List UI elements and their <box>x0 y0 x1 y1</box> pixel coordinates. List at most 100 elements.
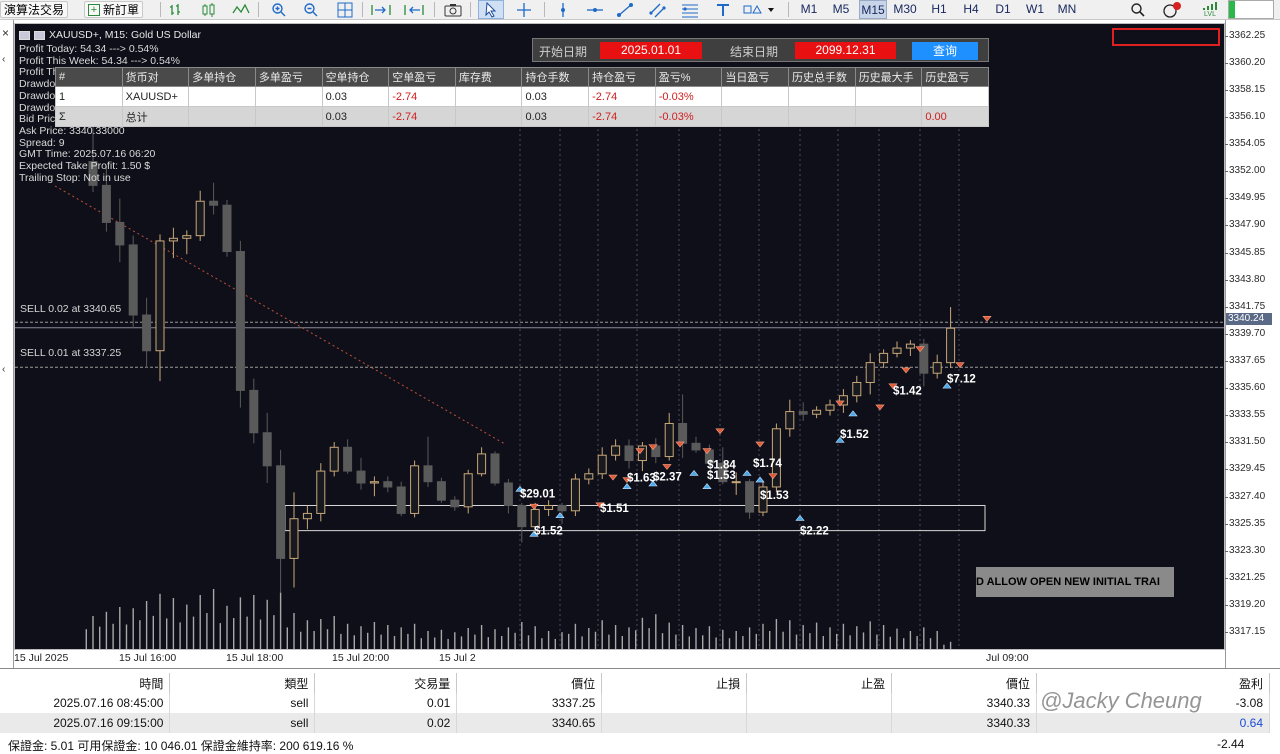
timeframe-m30-button[interactable]: M30 <box>891 0 919 19</box>
trendline-icon[interactable] <box>614 0 636 19</box>
vertical-line-icon[interactable] <box>552 0 574 19</box>
terminal-header-cell[interactable]: 止盈 <box>746 673 893 693</box>
price-tick-label: 3317.15 <box>1224 626 1266 638</box>
candle-body <box>544 504 554 510</box>
signal-level-icon: LVL <box>1198 0 1222 19</box>
end-date-field[interactable]: 2099.12.31 <box>795 42 896 59</box>
toolbar-separator <box>258 2 259 17</box>
candle-body <box>182 235 192 239</box>
timeframe-m15-button[interactable]: M15 <box>859 0 887 19</box>
zoom-in-icon[interactable] <box>268 0 290 19</box>
timeframe-mn-button[interactable]: MN <box>1053 0 1081 19</box>
stats-cell: XAUUSD+ <box>121 86 190 107</box>
price-tick-label: 3323.30 <box>1224 544 1266 556</box>
order-row[interactable]: 2025.07.16 09:15:00 sell 0.02 3340.65 3340.3… <box>0 713 1270 733</box>
stats-cell: 0.00 <box>921 106 989 127</box>
query-button[interactable]: 查询 <box>912 42 978 60</box>
candle-body <box>946 327 956 364</box>
candle-body <box>812 409 822 415</box>
collapse-arrow-icon[interactable]: ‹ <box>2 364 5 375</box>
auto-scroll-icon[interactable] <box>368 0 394 19</box>
symbol-flag-icon <box>34 30 45 40</box>
order-cell: 0.02 <box>314 713 458 733</box>
current-price-label: 3340.24 <box>1226 313 1272 325</box>
timeframe-h1-button[interactable]: H1 <box>925 0 953 19</box>
stats-header-cell: 空单持仓 <box>321 67 390 87</box>
timeframe-w1-button[interactable]: W1 <box>1021 0 1049 19</box>
bar-chart-icon[interactable] <box>166 0 188 19</box>
stats-cell <box>721 106 790 127</box>
stats-cell <box>921 86 989 107</box>
stats-cell: Σ <box>55 106 123 127</box>
start-date-field[interactable]: 2025.01.01 <box>600 42 702 59</box>
price-tick-label: 3321.25 <box>1224 571 1266 583</box>
price-chart[interactable]: $29.01 $1.52 $1.51 $1.63 $2.37 $1.84 $1.53 $1.7… <box>14 23 1225 650</box>
channel-icon[interactable] <box>646 0 670 19</box>
timeframe-m5-button[interactable]: M5 <box>827 0 855 19</box>
buy-arrow-icon <box>795 514 805 521</box>
stats-header-cell: 历史最大手 <box>854 67 923 87</box>
algo-trading-button[interactable]: 演算法交易 <box>0 1 69 18</box>
timeframe-m1-button[interactable]: M1 <box>795 0 823 19</box>
price-axis[interactable]: 3362.25 3360.20 3358.15 3356.10 3354.05 3352.… <box>1224 20 1280 668</box>
notifications-icon[interactable] <box>1160 0 1184 19</box>
screenshot-icon[interactable] <box>442 0 464 19</box>
buy-arrow-icon <box>742 469 752 476</box>
candle-body <box>369 481 379 484</box>
line-chart-icon[interactable] <box>230 0 252 19</box>
candlestick-icon[interactable] <box>198 0 220 19</box>
terminal-header-cell[interactable]: 價位 <box>456 673 603 693</box>
time-axis[interactable]: 15 Jul 2025 15 Jul 16:00 15 Jul 18:00 15 Ju… <box>14 650 1225 668</box>
buy-arrow-icon <box>689 469 699 476</box>
candle-body <box>222 204 232 253</box>
new-order-label: 新訂單 <box>103 3 140 17</box>
timeframe-h4-button[interactable]: H4 <box>957 0 985 19</box>
candle-body <box>128 244 138 316</box>
candle-body <box>503 482 513 506</box>
sell-arrow-icon <box>875 404 885 411</box>
collapse-arrow-icon[interactable]: ‹ <box>2 54 5 65</box>
stats-cell: -2.74 <box>388 86 456 107</box>
tile-windows-icon[interactable] <box>334 0 356 19</box>
stats-total-row: Σ 总计 0.03 -2.74 0.03 -2.74 -0.03% 0.00 <box>55 106 989 127</box>
text-tool-icon[interactable] <box>712 0 734 19</box>
chart-shift-icon[interactable] <box>400 0 428 19</box>
candle-body <box>557 504 567 512</box>
order-cell: 3340.33 <box>891 713 1038 733</box>
terminal-header-cell[interactable]: 類型 <box>169 673 316 693</box>
price-tick-label: 3335.60 <box>1224 382 1266 394</box>
shapes-dropdown[interactable] <box>740 0 780 19</box>
cursor-icon[interactable] <box>478 0 504 19</box>
time-tick-label: Jul 09:00 <box>986 652 1029 664</box>
terminal-header-cell[interactable]: 時間 <box>0 673 171 693</box>
order-cell <box>601 713 748 733</box>
trade-profit-label: $2.37 <box>653 471 682 483</box>
stats-cell <box>788 86 856 107</box>
stats-header-cell: 持仓手数 <box>521 67 590 87</box>
close-icon[interactable]: × <box>2 26 9 40</box>
candle-body <box>678 422 688 444</box>
watermark-text: @Jacky Cheung <box>1040 688 1202 713</box>
buy-arrow-icon <box>702 483 712 489</box>
candle-body <box>383 481 393 488</box>
order-cell: 2025.07.16 09:15:00 <box>0 713 171 733</box>
candle-body <box>624 445 634 462</box>
terminal-header-cell[interactable]: 止損 <box>601 673 748 693</box>
candle-body <box>209 200 219 206</box>
zoom-out-icon[interactable] <box>300 0 322 19</box>
candle-body <box>825 404 835 411</box>
candle-body <box>101 184 111 223</box>
stats-cell <box>788 106 856 127</box>
menu-icon[interactable] <box>19 30 30 40</box>
buy-arrow-icon <box>848 410 858 417</box>
search-icon[interactable] <box>1128 0 1148 19</box>
crosshair-icon[interactable] <box>512 0 536 19</box>
fibonacci-icon[interactable] <box>678 0 702 19</box>
terminal-header-cell[interactable]: 價位 <box>891 673 1038 693</box>
terminal-header-cell[interactable]: 交易量 <box>314 673 458 693</box>
timeframe-d1-button[interactable]: D1 <box>989 0 1017 19</box>
horizontal-line-icon[interactable] <box>584 0 606 19</box>
candle-body <box>302 512 312 520</box>
stats-cell: -0.03% <box>654 106 723 127</box>
new-order-button[interactable]: + 新訂單 <box>84 1 144 18</box>
